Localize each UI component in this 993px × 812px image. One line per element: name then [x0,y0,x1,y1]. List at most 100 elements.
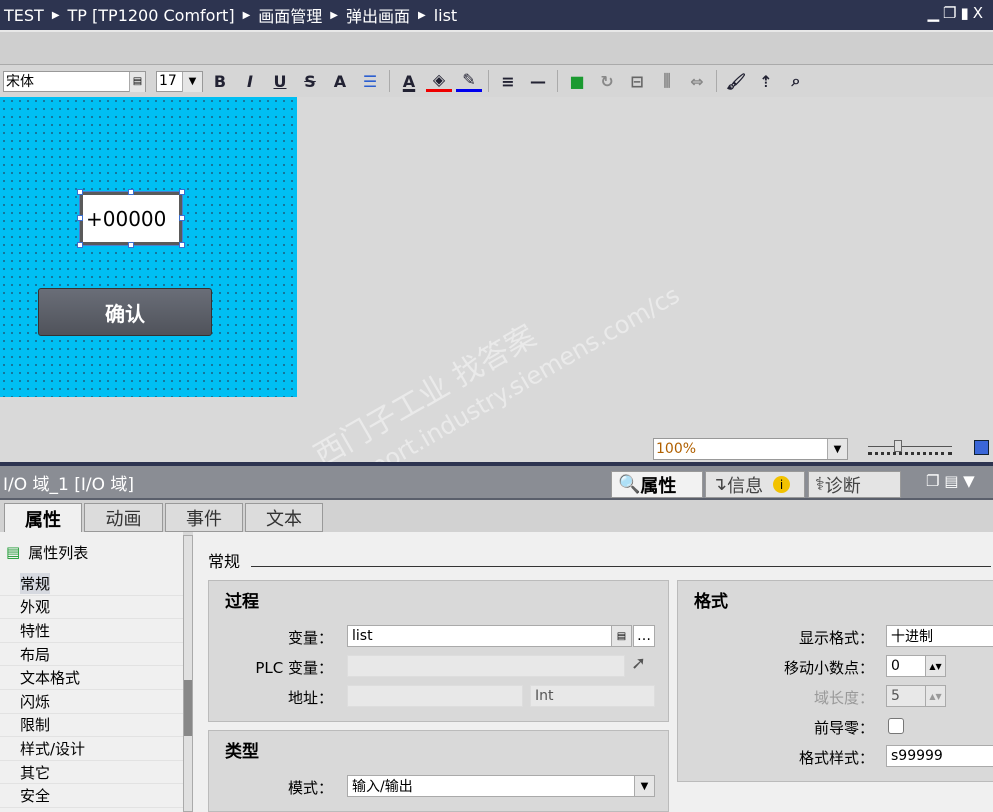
font-size-value: 17 [159,73,177,89]
align-center-icon[interactable]: ⊟ [624,72,650,91]
format-group: 格式 显示格式： 十进制 移动小数点： 0 ▲▼ 域长度： 5 ▲▼ 前导零： 格式… [677,580,993,782]
crumb-screens[interactable]: 画面管理 [258,3,322,27]
type-title: 类型 [225,742,259,762]
zoom-value: 100% [656,441,697,457]
leading-zeros-label: 前导零： [813,719,874,737]
panel-controls[interactable]: ❐ ▤ ▼ [926,472,975,490]
prop-item-characteristics[interactable]: 特性 [0,619,183,643]
field-length-label: 域长度： [813,689,874,707]
io-field[interactable]: +00000 [77,189,185,248]
address-field [347,685,523,707]
leading-zeros-checkbox[interactable] [888,718,904,734]
navigation-icon[interactable] [974,440,989,455]
property-content: 常规 过程 变量： list ▤ … PLC 变量： ➚ 地址： Int 类型 模… [193,532,993,812]
font-select[interactable]: 宋体 ▤ [3,70,146,92]
inspector-title-text: I/O 域_1 [I/O 域] [3,474,135,495]
plc-tag-field [347,655,625,677]
browse-button[interactable]: … [633,625,655,647]
confirm-button[interactable]: 确认 [38,288,212,336]
line-width-icon[interactable]: ≡ [495,72,521,91]
tab-info[interactable]: ↴ 信息 i [705,471,805,498]
zoom-select[interactable]: 100% ▼ [653,438,848,460]
goto-arrow-icon[interactable]: ➚ [631,653,646,674]
decimal-label: 移动小数点： [783,659,874,677]
bold-button[interactable]: B [207,72,233,91]
align-icon[interactable]: ☰ [357,72,383,91]
line-color-icon[interactable]: ✎ [456,70,482,92]
prop-item-general[interactable]: 常规 [0,572,183,596]
mode-select[interactable]: 输入/输出 ▼ [347,775,655,797]
display-format-select[interactable]: 十进制 [886,625,993,647]
subtab-events[interactable]: 事件 [165,503,243,532]
prop-item-text-format[interactable]: 文本格式 [0,666,183,690]
prop-item-security[interactable]: 安全 [0,784,183,808]
popup-screen[interactable] [0,97,297,397]
prop-item-layout[interactable]: 布局 [0,643,183,667]
process-title: 过程 [225,592,259,612]
decimal-stepper[interactable]: 0 ▲▼ [886,655,946,677]
field-length-stepper: 5 ▲▼ [886,685,946,707]
process-group: 过程 变量： list ▤ … PLC 变量： ➚ 地址： Int [208,580,669,722]
same-size-icon[interactable]: ⇔ [684,72,710,91]
underline-button[interactable]: U [267,72,293,91]
list-icon[interactable]: ▤ [129,71,145,92]
format-pattern-field[interactable]: s99999 [886,745,993,767]
prop-item-flashing[interactable]: 闪烁 [0,690,183,714]
strikethrough-button[interactable]: S [297,72,323,91]
property-list-title: 属性列表 [28,543,89,562]
property-list-icon: ▤ [6,543,21,561]
rotate-icon[interactable]: ↻ [594,72,620,91]
diagnostics-icon: ⚕ [815,474,825,495]
tag-field[interactable]: list ▤ [347,625,632,647]
tab-properties[interactable]: 🔍 属性 [611,471,703,498]
chevron-down-icon[interactable]: ▼ [634,776,654,796]
prop-item-appearance[interactable]: 外观 [0,596,183,620]
prop-item-misc[interactable]: 其它 [0,761,183,785]
font-size-select[interactable]: 17 ▼ [156,70,203,92]
zoom-select-icon[interactable]: ⌕ [783,71,809,91]
chevron-down-icon[interactable]: ▼ [827,439,847,459]
io-value: +00000 [86,206,167,231]
display-format-label: 显示格式： [798,629,874,647]
properties-icon: 🔍 [618,474,641,495]
font-value: 宋体 [6,74,34,90]
crumb-device[interactable]: TP [TP1200 Comfort] [68,6,235,25]
info-badge-icon: i [773,476,791,493]
close-button[interactable]: X [973,4,987,22]
data-type-field: Int [530,685,655,707]
bring-front-icon[interactable]: ■ [564,72,590,91]
spinner-icon[interactable]: ▲▼ [925,656,945,676]
address-label: 地址： [287,689,333,707]
italic-button[interactable]: I [237,72,263,91]
list-icon[interactable]: ▤ [611,626,631,646]
maximize-button[interactable]: ▮ [960,4,972,22]
format-painter-icon[interactable]: 🖌 [723,72,749,91]
tab-diagnostics[interactable]: ⚕ 诊断 [808,471,901,498]
property-list: ▤ 属性列表 常规 外观 特性 布局 文本格式 闪烁 限制 样式/设计 其它 安全 [0,532,183,812]
mode-label: 模式： [287,779,333,797]
subtab-texts[interactable]: 文本 [245,503,323,532]
prop-item-limits[interactable]: 限制 [0,714,183,738]
chevron-down-icon[interactable]: ▼ [182,71,202,92]
format-title: 格式 [694,592,728,612]
minimize-button[interactable]: ▁ [927,4,943,22]
distribute-icon[interactable]: ⫼ [654,71,680,91]
font-grow-button[interactable]: A [327,72,353,91]
subtab-animations[interactable]: 动画 [84,503,163,532]
splitter-scrollbar[interactable] [183,535,193,812]
zoom-slider[interactable] [868,440,954,458]
breadcrumb: TEST ▶ TP [TP1200 Comfort] ▶ 画面管理 ▶ 弹出画面 ▶ l… [0,0,993,30]
restore-button[interactable]: ❐ [943,4,960,22]
fill-color-icon[interactable]: ◈ [426,70,452,92]
format-pattern-label: 格式样式： [798,749,874,767]
crumb-popup[interactable]: 弹出画面 [346,3,410,27]
font-color-button[interactable]: A [396,72,422,91]
format-toolbar: 宋体 ▤ 17 ▼ B I U S A ☰ A ◈ ✎ ≡ — ■ ↻ ⊟ ⫼ ⇔ … [0,64,993,97]
section-title: 常规 [208,552,241,571]
prop-item-styles[interactable]: 样式/设计 [0,737,183,761]
subtab-properties[interactable]: 属性 [4,503,82,533]
crumb-project[interactable]: TEST [4,6,44,25]
layer-icon[interactable]: ⇡ [753,72,779,91]
tag-label: 变量： [287,629,333,647]
line-style-icon[interactable]: — [525,72,551,91]
